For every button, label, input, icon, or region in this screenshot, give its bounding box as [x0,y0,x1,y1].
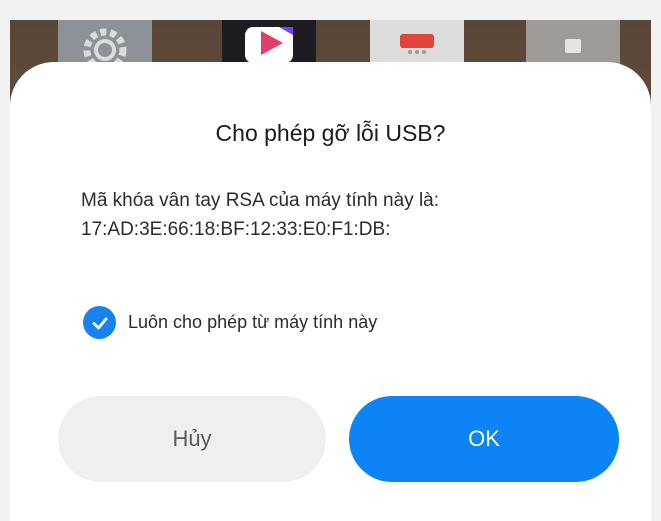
checkbox-label: Luôn cho phép từ máy tính này [128,312,378,332]
cancel-button[interactable]: Hủy [58,396,326,482]
checkbox-checked-icon[interactable] [83,306,116,339]
device-screen: Cho phép gỡ lỗi USB? Mã khóa vân tay RSA… [10,20,651,521]
rsa-fingerprint: 17:AD:3E:66:18:BF:12:33:E0:F1:DB: [81,219,391,240]
dialog-title: Cho phép gỡ lỗi USB? [215,120,446,146]
usb-debugging-dialog: Cho phép gỡ lỗi USB? Mã khóa vân tay RSA… [10,62,651,521]
rsa-key-label: Mã khóa vân tay RSA của máy tính này là: [81,190,440,211]
ok-button[interactable]: OK [349,396,619,482]
dialog-message: Mã khóa vân tay RSA của máy tính này là:… [81,186,439,244]
always-allow-checkbox[interactable]: Luôn cho phép từ máy tính này [83,306,377,339]
